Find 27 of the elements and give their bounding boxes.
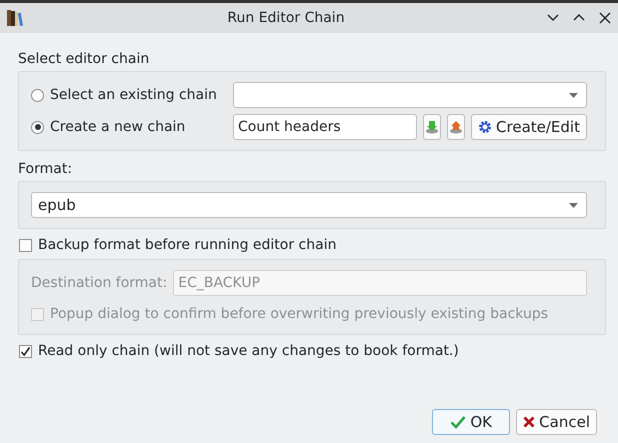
format-dropdown[interactable]: epub	[31, 192, 587, 218]
checkmark-icon	[450, 415, 466, 429]
radio-button[interactable]	[31, 88, 44, 102]
checkbox[interactable]	[19, 344, 32, 358]
window-title: Run Editor Chain	[226, 10, 346, 26]
close-icon	[523, 416, 536, 428]
field-label: Format:	[18, 161, 74, 177]
radio-label[interactable]: Select an existing chain	[50, 87, 217, 103]
cancel-button[interactable]: Cancel	[516, 409, 597, 435]
chain-dropdown[interactable]	[233, 82, 587, 108]
create-edit-button[interactable]: Create/Edit	[471, 114, 587, 140]
download-icon	[424, 119, 440, 135]
upload-icon-button[interactable]	[447, 114, 466, 140]
field-label: Destination format:	[31, 275, 168, 291]
chain-name-field[interactable]: Count headers	[233, 114, 417, 140]
dropdown-arrow-icon	[569, 202, 578, 208]
radio-label[interactable]: Create a new chain	[50, 119, 186, 135]
radio-button[interactable]	[31, 120, 44, 134]
download-icon-button[interactable]	[423, 114, 442, 140]
upload-icon	[448, 119, 464, 135]
close-icon[interactable]	[598, 11, 612, 25]
checkbox-label[interactable]: Read only chain (will not save any changes to book format.)	[38, 343, 459, 359]
books-icon	[6, 8, 26, 28]
section-label: Select editor chain	[18, 51, 150, 67]
dropdown-arrow-icon	[569, 92, 578, 98]
ok-button[interactable]: OK	[432, 409, 510, 435]
gear-icon	[478, 120, 492, 134]
